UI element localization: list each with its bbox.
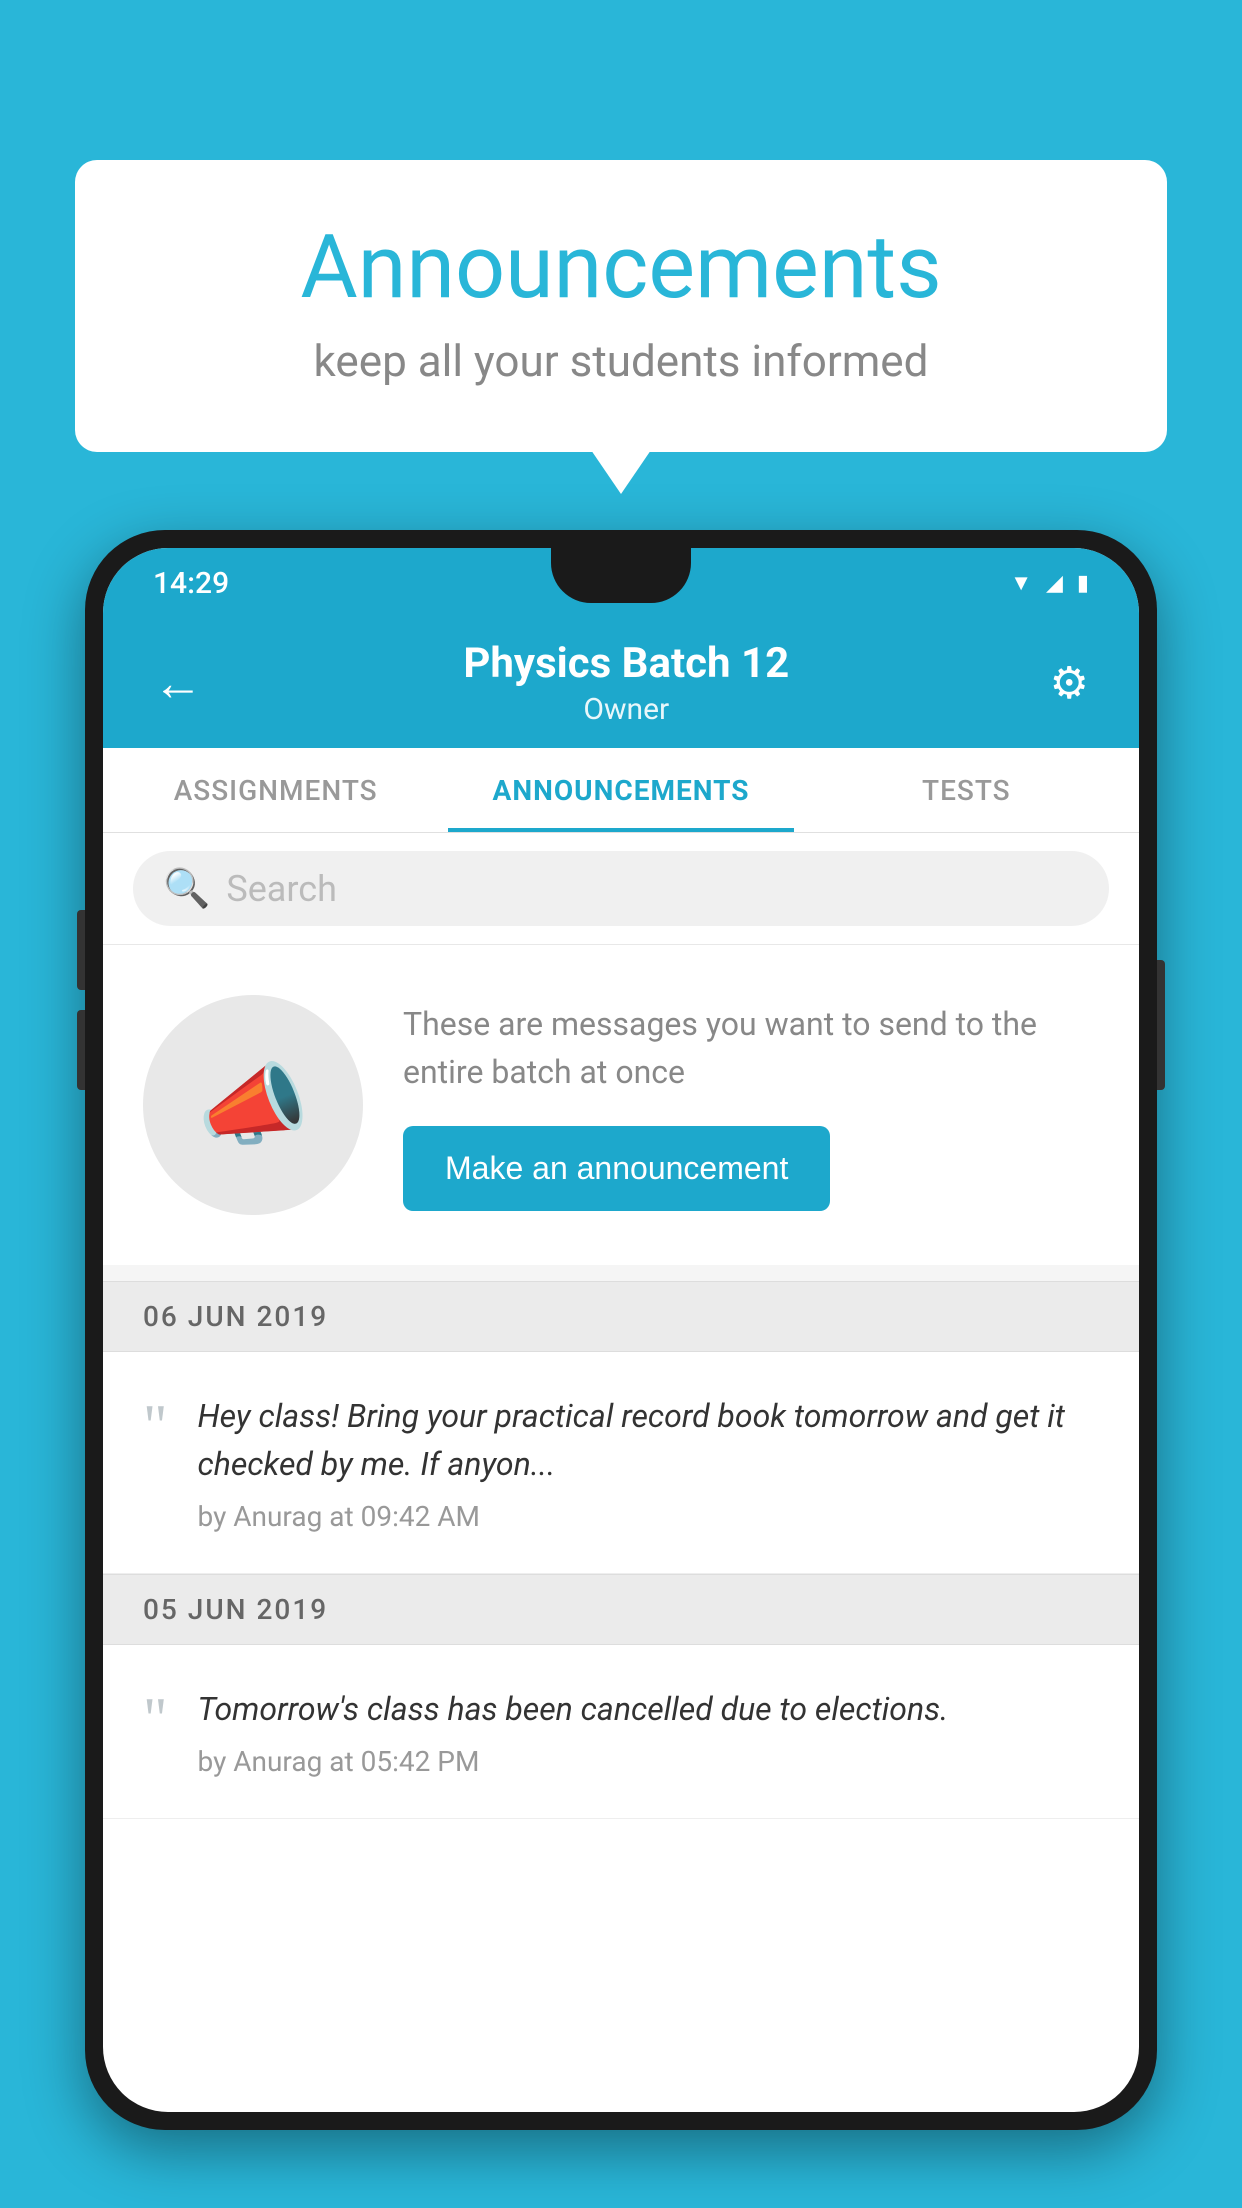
bubble-title: Announcements bbox=[155, 220, 1087, 317]
volume-up-button bbox=[77, 910, 85, 990]
announcement-content-2: Tomorrow's class has been cancelled due … bbox=[198, 1685, 949, 1778]
power-button bbox=[1157, 960, 1165, 1090]
speech-bubble-section: Announcements keep all your students inf… bbox=[75, 160, 1167, 452]
status-time: 14:29 bbox=[153, 566, 229, 601]
tab-tests[interactable]: TESTS bbox=[794, 748, 1139, 832]
bubble-subtitle: keep all your students informed bbox=[155, 335, 1087, 387]
speech-bubble-card: Announcements keep all your students inf… bbox=[75, 160, 1167, 452]
signal-icon bbox=[1046, 571, 1063, 596]
date-separator-1: 06 JUN 2019 bbox=[103, 1281, 1139, 1352]
notch bbox=[551, 548, 691, 603]
search-placeholder: Search bbox=[226, 868, 337, 910]
phone-screen: 14:29 ← Physics Batch 12 Owner ⚙ bbox=[103, 548, 1139, 2112]
promo-right: These are messages you want to send to t… bbox=[403, 1000, 1099, 1211]
volume-down-button bbox=[77, 1010, 85, 1090]
status-icons bbox=[1010, 570, 1089, 596]
status-bar: 14:29 bbox=[103, 548, 1139, 618]
quote-icon-1: " bbox=[143, 1402, 168, 1450]
wifi-icon bbox=[1010, 570, 1032, 596]
content-area: 🔍 Search 📣 These are messages you want t… bbox=[103, 833, 1139, 1819]
tab-assignments[interactable]: ASSIGNMENTS bbox=[103, 748, 448, 832]
announcement-meta-1: by Anurag at 09:42 AM bbox=[198, 1500, 1100, 1533]
search-container: 🔍 Search bbox=[103, 833, 1139, 945]
search-bar[interactable]: 🔍 Search bbox=[133, 851, 1109, 926]
announcement-text-2: Tomorrow's class has been cancelled due … bbox=[198, 1685, 949, 1733]
announcement-text-1: Hey class! Bring your practical record b… bbox=[198, 1392, 1100, 1488]
tabs-bar: ASSIGNMENTS ANNOUNCEMENTS TESTS bbox=[103, 748, 1139, 833]
promo-section: 📣 These are messages you want to send to… bbox=[103, 945, 1139, 1265]
promo-description: These are messages you want to send to t… bbox=[403, 1000, 1099, 1096]
make-announcement-button[interactable]: Make an announcement bbox=[403, 1126, 830, 1211]
app-bar: ← Physics Batch 12 Owner ⚙ bbox=[103, 618, 1139, 748]
date-separator-2: 05 JUN 2019 bbox=[103, 1574, 1139, 1645]
announcement-meta-2: by Anurag at 05:42 PM bbox=[198, 1745, 949, 1778]
promo-icon-circle: 📣 bbox=[143, 995, 363, 1215]
megaphone-icon: 📣 bbox=[197, 1053, 309, 1158]
app-bar-title: Physics Batch 12 bbox=[213, 639, 1040, 688]
phone-frame: 14:29 ← Physics Batch 12 Owner ⚙ bbox=[85, 530, 1157, 2130]
phone-wrapper: 14:29 ← Physics Batch 12 Owner ⚙ bbox=[85, 530, 1157, 2208]
settings-button[interactable]: ⚙ bbox=[1040, 647, 1099, 719]
app-bar-title-section: Physics Batch 12 Owner bbox=[213, 639, 1040, 727]
app-bar-subtitle: Owner bbox=[213, 692, 1040, 727]
announcement-item-2[interactable]: " Tomorrow's class has been cancelled du… bbox=[103, 1645, 1139, 1819]
search-icon: 🔍 bbox=[163, 867, 210, 911]
battery-icon bbox=[1077, 571, 1089, 596]
quote-icon-2: " bbox=[143, 1695, 168, 1743]
announcement-item-1[interactable]: " Hey class! Bring your practical record… bbox=[103, 1352, 1139, 1574]
back-button[interactable]: ← bbox=[143, 644, 213, 723]
announcement-content-1: Hey class! Bring your practical record b… bbox=[198, 1392, 1100, 1533]
tab-announcements[interactable]: ANNOUNCEMENTS bbox=[448, 748, 793, 832]
